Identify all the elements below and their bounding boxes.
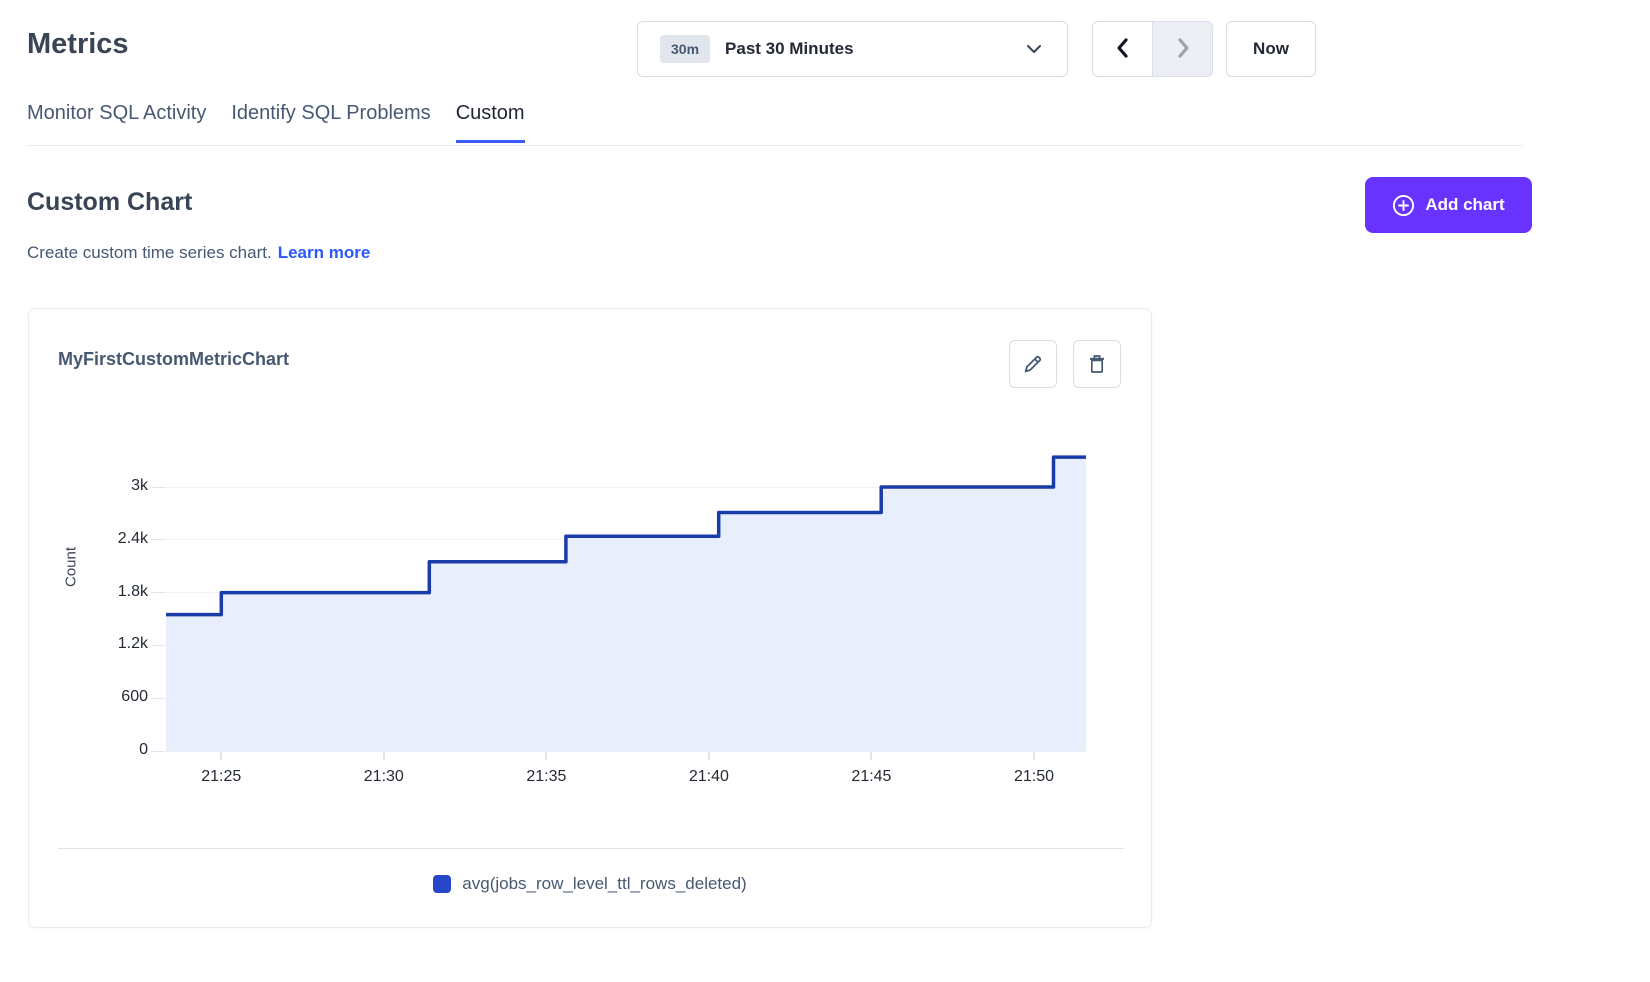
y-tick-label: 1.8k xyxy=(118,583,148,601)
y-axis-ticks: 0 600 1.2k 1.8k 2.4k 3k xyxy=(58,309,148,927)
chart-card: MyFirstCustomMetricChart Count 06001.2k1… xyxy=(28,308,1152,928)
section-heading: Custom Chart xyxy=(27,188,192,217)
metrics-page: Metrics 30m Past 30 Minutes Now Monitor … xyxy=(0,0,1650,982)
tab-monitor-sql-activity[interactable]: Monitor SQL Activity xyxy=(27,102,206,143)
plus-circle-icon xyxy=(1392,194,1415,217)
learn-more-link[interactable]: Learn more xyxy=(278,243,371,262)
chevron-left-icon xyxy=(1114,37,1132,62)
legend-label: avg(jobs_row_level_ttl_rows_deleted) xyxy=(462,874,746,894)
section-description: Create custom time series chart. Learn mo… xyxy=(27,243,370,263)
time-range-select[interactable]: 30m Past 30 Minutes xyxy=(637,21,1068,77)
x-tick-mark xyxy=(870,751,872,760)
section-description-text: Create custom time series chart. xyxy=(27,243,272,262)
time-range-label: Past 30 Minutes xyxy=(725,39,854,59)
trash-icon xyxy=(1086,353,1108,375)
add-chart-button[interactable]: Add chart xyxy=(1365,177,1532,233)
page-title: Metrics xyxy=(27,28,129,61)
x-tick-mark xyxy=(1033,751,1035,760)
x-tick-label: 21:45 xyxy=(851,768,891,786)
x-tick-mark xyxy=(383,751,385,760)
tab-bar: Monitor SQL Activity Identify SQL Proble… xyxy=(27,102,525,143)
y-tick-label: 600 xyxy=(121,688,148,706)
next-range-button[interactable] xyxy=(1152,21,1213,77)
x-tick-mark xyxy=(220,751,222,760)
x-tick-label: 21:25 xyxy=(201,768,241,786)
x-tick-label: 21:40 xyxy=(689,768,729,786)
chevron-down-icon xyxy=(1026,44,1042,54)
chart-legend[interactable]: avg(jobs_row_level_ttl_rows_deleted) xyxy=(29,874,1151,894)
pencil-icon xyxy=(1022,353,1044,375)
tab-bar-divider xyxy=(27,145,1523,146)
x-tick-label: 21:35 xyxy=(526,768,566,786)
chevron-right-icon xyxy=(1174,37,1192,62)
legend-swatch xyxy=(433,875,451,893)
y-tick-label: 0 xyxy=(139,741,148,759)
legend-divider xyxy=(58,848,1124,849)
y-tick-label: 2.4k xyxy=(118,530,148,548)
y-tick-label: 1.2k xyxy=(118,635,148,653)
chart-plot[interactable] xyxy=(166,421,1086,751)
series-area xyxy=(166,457,1086,751)
x-tick-mark xyxy=(545,751,547,760)
chart-canvas xyxy=(166,421,1086,751)
x-tick-mark xyxy=(708,751,710,760)
now-button[interactable]: Now xyxy=(1226,21,1316,77)
add-chart-label: Add chart xyxy=(1425,195,1504,215)
tab-custom[interactable]: Custom xyxy=(456,102,525,143)
tab-identify-sql-problems[interactable]: Identify SQL Problems xyxy=(231,102,430,143)
time-range-badge: 30m xyxy=(660,35,710,63)
edit-chart-button[interactable] xyxy=(1009,340,1057,388)
prev-range-button[interactable] xyxy=(1092,21,1153,77)
x-tick-label: 21:30 xyxy=(364,768,404,786)
time-nav-group xyxy=(1092,21,1213,77)
y-tick-label: 3k xyxy=(131,477,148,495)
x-tick-label: 21:50 xyxy=(1014,768,1054,786)
delete-chart-button[interactable] xyxy=(1073,340,1121,388)
